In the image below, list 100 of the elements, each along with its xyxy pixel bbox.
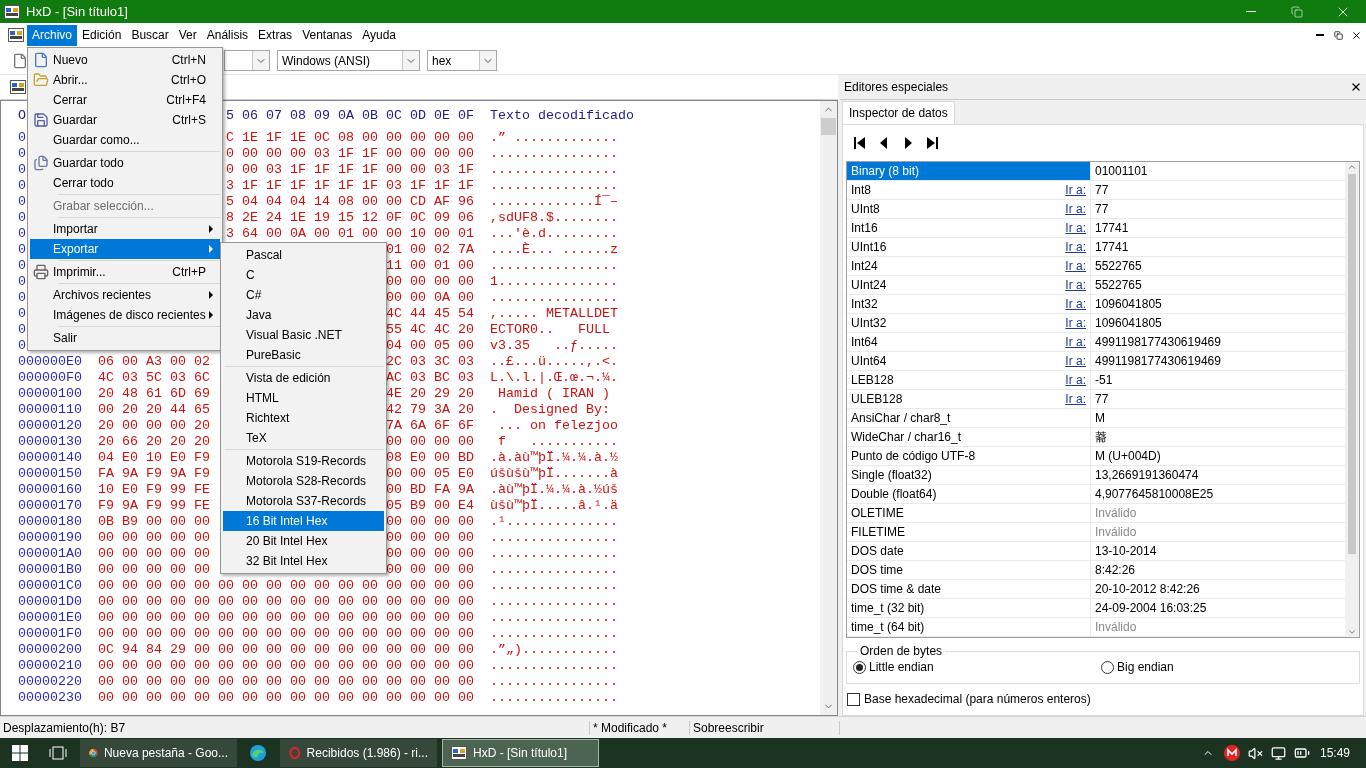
menu-item[interactable]: 32 Bit Intel Hex [223, 551, 384, 571]
taskbar-button[interactable]: HxD - [Sin título1] [442, 739, 599, 767]
menu-item[interactable]: Guardar como... [30, 130, 220, 150]
dropdown-field[interactable] [224, 50, 270, 71]
scroll-thumb[interactable] [1348, 174, 1356, 554]
menu-item[interactable]: Abrir... Ctrl+O [30, 70, 220, 90]
goto-link[interactable]: Ir a: [1065, 183, 1086, 197]
menu-item[interactable]: TeX [223, 428, 384, 448]
checkbox[interactable] [847, 692, 860, 706]
menu-bar-item[interactable]: Ver [173, 24, 202, 46]
tab[interactable]: Inspector de datos [842, 101, 955, 124]
column-header: Texto decodificado [490, 108, 634, 124]
menu-item[interactable]: Motorola S19-Records [223, 451, 384, 471]
field-label: ULEB128 [851, 392, 904, 406]
menu-item[interactable]: Guardar todo [30, 153, 220, 173]
chevron-down-icon[interactable] [1347, 627, 1357, 637]
menu-item[interactable]: 20 Bit Intel Hex [223, 531, 384, 551]
menu-bar-item[interactable]: Análisis [201, 24, 254, 46]
taskbar-button[interactable]: Recibidos (1.986) - ri... [280, 739, 437, 767]
menu-item[interactable]: Importar [30, 219, 220, 239]
radio-button[interactable] [853, 660, 866, 674]
goto-link[interactable]: Ir a: [1065, 297, 1086, 311]
menu-item[interactable]: Vista de edición [223, 368, 384, 388]
menu-bar-item[interactable]: Edición [77, 24, 127, 46]
menu-item[interactable]: Richtext [223, 408, 384, 428]
field-label: AnsiChar / char8_t [851, 411, 952, 425]
hex-bytes: 06 00 A3 00 02 [98, 354, 210, 370]
goto-link[interactable]: Ir a: [1065, 259, 1086, 273]
menu-item[interactable]: 16 Bit Intel Hex [223, 511, 384, 531]
hex-bytes: 0 00 03 1F 1F 1F 1F 00 00 03 1F [226, 162, 474, 178]
goto-link[interactable]: Ir a: [1065, 202, 1086, 216]
menu-item[interactable]: C [223, 265, 384, 285]
field-label: Int8 [851, 183, 872, 197]
menu-item[interactable]: HTML [223, 388, 384, 408]
taskbar-button[interactable]: Nueva pestaña - Goo... [80, 739, 237, 767]
radio-button[interactable] [1101, 660, 1114, 674]
scrollbar[interactable] [1345, 162, 1359, 637]
table-cell[interactable]: Binary (8 bit) [847, 162, 1091, 180]
decoded-text: ECTOR0.. FULL [490, 322, 611, 338]
hex-bytes: 00 00 00 00 [386, 514, 474, 530]
menu-item[interactable]: Cerrar Ctrl+F4 [30, 90, 220, 110]
menu-bar-item[interactable]: Extras [253, 24, 298, 46]
menu-item[interactable]: Salir [30, 328, 220, 348]
menu-item[interactable]: Archivos recientes [30, 285, 220, 305]
field-label: Single (float32) [851, 468, 933, 482]
menu-item[interactable]: Nuevo Ctrl+N [30, 50, 220, 70]
network-icon[interactable] [1270, 745, 1286, 761]
menu-item[interactable]: Motorola S37-Records [223, 491, 384, 511]
hex-bytes: 4C 44 45 54 [386, 306, 474, 322]
clock[interactable]: 15:49 [1319, 746, 1350, 760]
menu-item[interactable]: PureBasic [223, 345, 384, 365]
radio-label: Little endian [869, 660, 934, 674]
menu-item[interactable]: Exportar [30, 239, 220, 259]
menu-item[interactable]: Motorola S28-Records [223, 471, 384, 491]
menu-item[interactable]: Pascal [223, 245, 384, 265]
menu-bar-item[interactable]: Archivo [27, 24, 77, 46]
last-icon[interactable] [924, 135, 940, 151]
scroll-thumb[interactable] [821, 118, 836, 135]
menu-bar-item[interactable]: Buscar [126, 24, 174, 46]
goto-link[interactable]: Ir a: [1065, 278, 1086, 292]
hex-bytes: 08 E0 00 BD [386, 450, 474, 466]
goto-link[interactable]: Ir a: [1065, 373, 1086, 387]
scrollbar[interactable] [820, 101, 837, 715]
goto-link[interactable]: Ir a: [1065, 354, 1086, 368]
hex-offset: 00000110 [18, 402, 82, 418]
menu-item[interactable]: Java [223, 305, 384, 325]
menu-item[interactable]: C# [223, 285, 384, 305]
circle-logo-icon[interactable] [1223, 745, 1240, 761]
field-label: FILETIME [851, 525, 906, 539]
muted-speaker-icon[interactable] [1247, 745, 1263, 761]
decoded-text: ,sdUF8.$........ [490, 210, 618, 226]
document-window-icon [8, 28, 24, 42]
menu-item[interactable]: Cerrar todo [30, 173, 220, 193]
hex-bytes: FA 9A F9 9A F9 [98, 466, 210, 482]
menu-item[interactable]: Imágenes de disco recientes [30, 305, 220, 325]
menu-bar-item[interactable]: Ventanas [297, 24, 358, 46]
menu-item[interactable]: Imprimir... Ctrl+P [30, 262, 220, 282]
decoded-text: .............Í¯– [490, 194, 618, 210]
table-cell-text: 17741 [1094, 220, 1130, 237]
decoded-text: ................ [490, 258, 618, 274]
goto-link[interactable]: Ir a: [1065, 335, 1086, 349]
chevron-up-icon[interactable] [1347, 162, 1357, 172]
battery-icon[interactable] [1293, 745, 1310, 761]
close-icon[interactable] [1350, 81, 1362, 93]
goto-link[interactable]: Ir a: [1065, 221, 1086, 235]
app-icon [4, 4, 20, 19]
first-icon[interactable] [852, 135, 868, 151]
new-file-icon[interactable] [12, 52, 28, 69]
task-view-icon [49, 746, 67, 760]
menu-item[interactable]: Visual Basic .NET [223, 325, 384, 345]
table-cell-text: M [1094, 410, 1106, 427]
hex-offset: 00000120 [18, 418, 82, 434]
hex-offset: 000000E0 [18, 354, 82, 370]
menu-item[interactable]: Guardar Ctrl+S [30, 110, 220, 130]
dropdown-field[interactable]: hex [427, 50, 497, 71]
goto-link[interactable]: Ir a: [1065, 392, 1086, 406]
menu-bar-item[interactable]: Ayuda [357, 24, 401, 46]
dropdown-field[interactable]: Windows (ANSI) [277, 50, 420, 71]
goto-link[interactable]: Ir a: [1065, 240, 1086, 254]
goto-link[interactable]: Ir a: [1065, 316, 1086, 330]
